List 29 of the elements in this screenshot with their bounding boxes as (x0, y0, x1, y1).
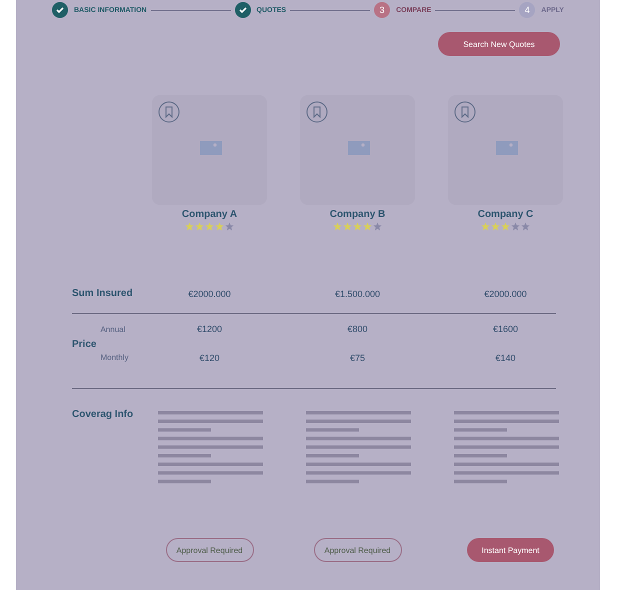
step-number: 3 (374, 2, 390, 18)
approval-button[interactable]: Approval Required (166, 538, 254, 562)
row-sublabel: Annual (100, 324, 126, 334)
table-cell-text: €2000.000 (187, 288, 232, 299)
table-cell-text: €1.500.000 (334, 288, 382, 299)
table-cell-text: €1600 (492, 324, 520, 334)
table-cell-text: €1200 (196, 324, 224, 334)
table-cell-text: €120 (198, 353, 221, 363)
table-cell-text: €800 (346, 324, 369, 334)
table-cell-text: €2000.000 (483, 288, 528, 299)
step-number: 4 (519, 2, 536, 18)
image-icon (348, 141, 370, 155)
approval-button[interactable]: Approval Required (314, 538, 402, 562)
company-name: Company A (182, 209, 238, 220)
company-name: Company C (478, 209, 534, 220)
row-label: Sum Insured (72, 287, 134, 299)
search-quotes-button[interactable]: Search New Quotes (438, 32, 560, 56)
bookmark-icon[interactable] (306, 101, 328, 123)
row-label: Coverag Info (72, 408, 134, 422)
row-label: Price (72, 338, 96, 350)
table-cell-text: €140 (494, 353, 517, 363)
row-sublabel: Monthly (100, 352, 128, 362)
bookmark-icon[interactable] (158, 101, 180, 123)
image-icon (200, 141, 222, 155)
company-name: Company B (330, 209, 386, 220)
payment-button[interactable]: Instant Payment (467, 538, 554, 562)
image-icon (496, 141, 518, 155)
table-cell-text: €75 (348, 353, 366, 363)
bookmark-icon[interactable] (454, 101, 476, 123)
